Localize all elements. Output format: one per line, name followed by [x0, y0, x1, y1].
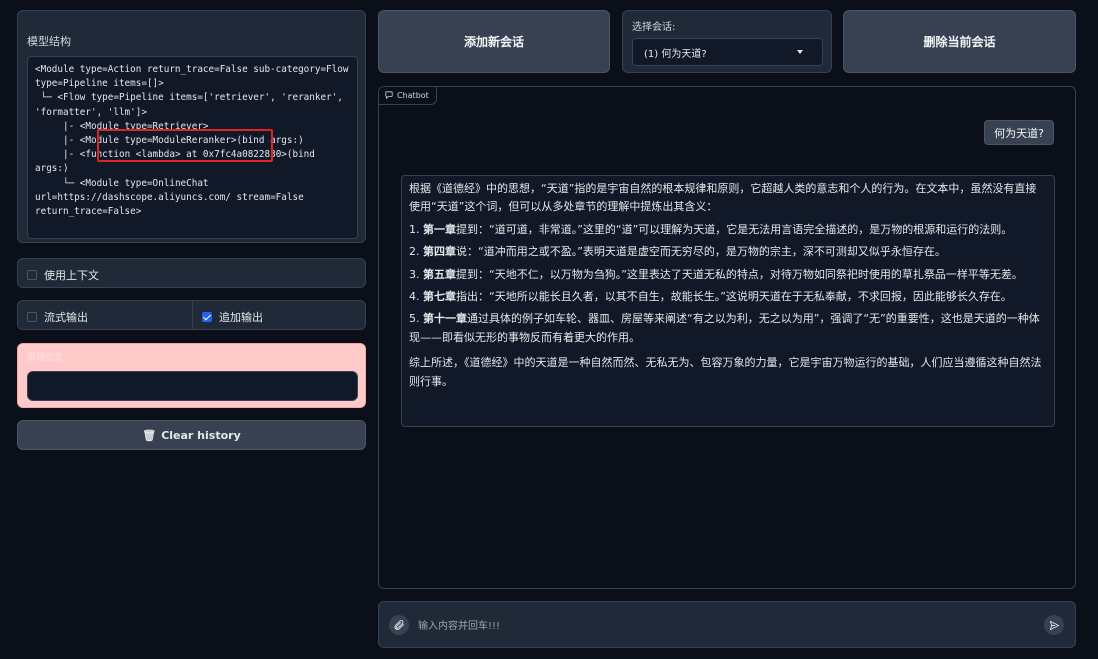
chatbot-tag: Chatbot — [379, 87, 437, 105]
chat-bubble-icon — [385, 90, 393, 101]
paperclip-icon — [393, 616, 405, 635]
session-dropdown[interactable]: (1) 何为天道? — [632, 38, 823, 66]
output-options-panel: 流式输出 追加输出 — [17, 300, 366, 330]
chevron-down-icon — [797, 50, 803, 54]
append-output-label: 追加输出 — [219, 311, 263, 324]
model-structure-panel: 模型结构 <Module type=Action return_trace=Fa… — [17, 10, 366, 243]
highlight-annotation-box — [97, 129, 273, 162]
error-info-label: 报错信息 — [27, 353, 64, 363]
use-context-label: 使用上下文 — [44, 269, 99, 282]
trash-icon: 🗑 — [142, 428, 157, 442]
session-select-label: 选择会话: — [632, 22, 676, 33]
stream-output-label: 流式输出 — [44, 311, 88, 324]
chatbot-tag-label: Chatbot — [397, 91, 429, 100]
assistant-point: 2. 第四章说：“道冲而用之或不盈。”表明天道是虚空而无穷尽的，是万物的宗主，深… — [409, 245, 946, 259]
send-icon — [1049, 616, 1060, 635]
use-context-checkbox[interactable] — [27, 270, 37, 280]
append-output-checkbox[interactable] — [202, 312, 212, 322]
clear-history-button[interactable]: 🗑 Clear history — [17, 420, 366, 450]
clear-history-label: Clear history — [161, 428, 241, 442]
stream-output-checkbox[interactable] — [27, 312, 37, 322]
assistant-conclusion: 综上所述，《道德经》中的天道是一种自然而然、无私无为、包容万象的力量，它是宇宙万… — [409, 356, 1042, 388]
user-message: 何为天道? — [984, 120, 1054, 145]
message-input[interactable] — [416, 612, 1040, 640]
assistant-message: 根据《道德经》中的思想，“天道”指的是宇宙自然的根本规律和原则，它超越人类的意志… — [401, 175, 1055, 427]
error-info-textbox[interactable] — [27, 371, 358, 401]
use-context-checkbox-row[interactable]: 使用上下文 — [27, 267, 99, 283]
session-select-panel: 选择会话: (1) 何为天道? — [622, 10, 832, 73]
options-divider — [192, 301, 193, 329]
assistant-point: 5. 第十一章通过具体的例子如车轮、器皿、房屋等来阐述“有之以为利，无之以为用”… — [409, 312, 1040, 344]
chatbot-panel: Chatbot 何为天道? 根据《道德经》中的思想，“天道”指的是宇宙自然的根本… — [378, 86, 1076, 589]
error-info-panel: 报错信息 — [17, 343, 366, 408]
model-structure-label: 模型结构 — [27, 35, 71, 48]
assistant-point: 3. 第五章提到：“天地不仁，以万物为刍狗。”这里表达了天道无私的特点，对待万物… — [409, 267, 1023, 281]
attach-button[interactable] — [389, 615, 409, 635]
assistant-intro: 根据《道德经》中的思想，“天道”指的是宇宙自然的根本规律和原则，它超越人类的意志… — [409, 182, 1037, 214]
use-context-panel: 使用上下文 — [17, 258, 366, 288]
stream-output-checkbox-row[interactable]: 流式输出 — [27, 309, 88, 325]
add-session-button[interactable]: 添加新会话 — [378, 10, 610, 73]
send-button[interactable] — [1044, 615, 1064, 635]
assistant-point: 1. 第一章提到：“道可道，非常道。”这里的“道”可以理解为天道，它是无法用言语… — [409, 222, 1013, 236]
append-output-checkbox-row[interactable]: 追加输出 — [202, 309, 263, 325]
assistant-point: 4. 第七章指出：“天地所以能长且久者，以其不自生，故能长生。”这说明天道在于无… — [409, 290, 1012, 304]
session-selected-value: (1) 何为天道? — [644, 48, 707, 60]
delete-session-button[interactable]: 删除当前会话 — [843, 10, 1076, 73]
message-input-panel — [378, 601, 1076, 648]
